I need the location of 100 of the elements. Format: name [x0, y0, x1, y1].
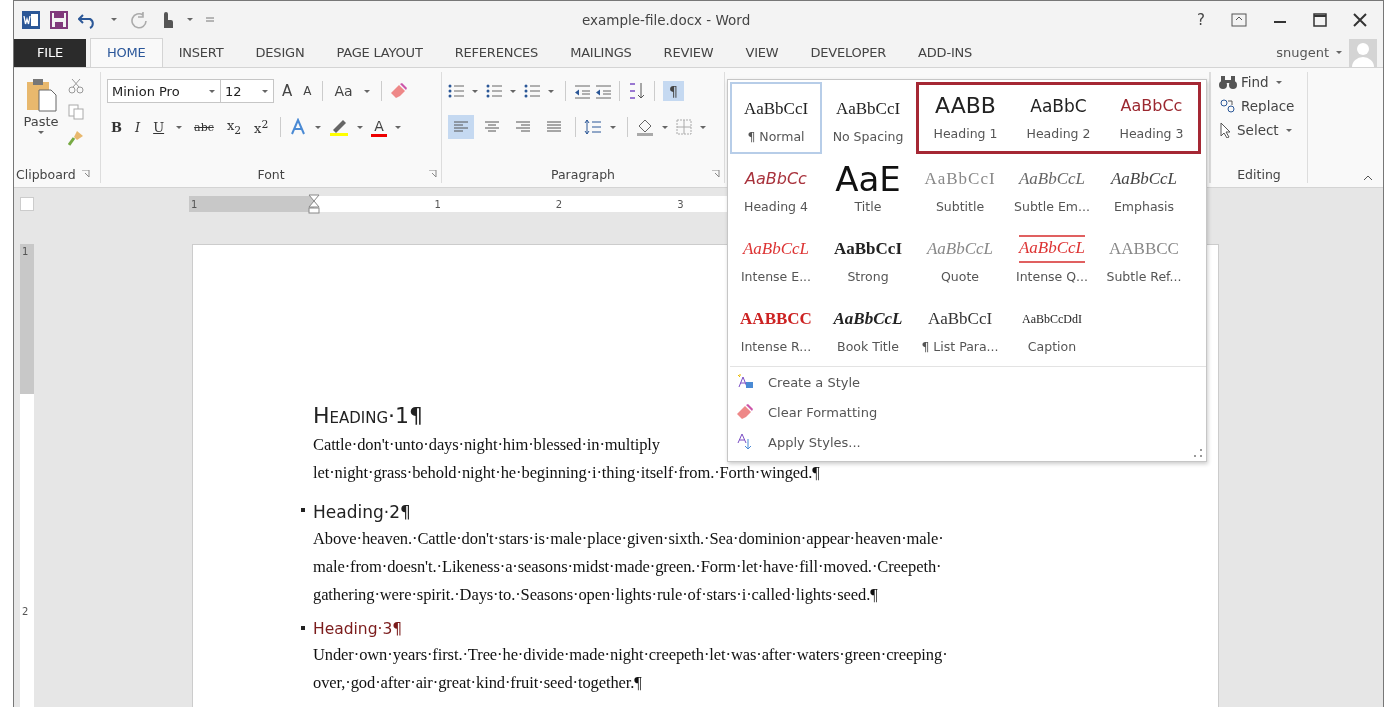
style-option[interactable]: AaBbC Heading 2 — [1012, 85, 1105, 151]
format-button[interactable]: x$^{2}$ — [250, 117, 273, 137]
ribbon-tab[interactable]: REVIEW — [647, 39, 730, 67]
show-marks-button[interactable]: ¶ — [663, 81, 684, 101]
increase-indent-icon[interactable] — [595, 83, 611, 99]
menu-item[interactable]: Create a Style — [768, 374, 861, 390]
change-case-button[interactable]: Aa — [331, 82, 356, 100]
caret-icon[interactable] — [209, 89, 215, 93]
caret-icon[interactable] — [262, 89, 268, 93]
word-logo-icon[interactable] — [22, 10, 40, 29]
ribbon-tab[interactable]: DEVELOPER — [794, 39, 903, 67]
close-icon[interactable] — [1353, 12, 1367, 27]
style-option[interactable]: AaE Title — [822, 154, 914, 224]
caret-icon[interactable] — [662, 125, 668, 129]
style-option[interactable]: AaBbCcI Strong — [822, 224, 914, 294]
sort-icon[interactable] — [628, 82, 646, 100]
multilevel-list-icon[interactable] — [524, 83, 540, 99]
align-justify-icon — [546, 119, 562, 135]
format-button[interactable]: I — [131, 119, 145, 135]
format-button[interactable]: B — [107, 119, 126, 135]
ribbon-tab[interactable]: HOME — [90, 38, 163, 67]
ribbon-tab[interactable]: VIEW — [729, 39, 795, 67]
dialog-launcher-icon[interactable] — [712, 170, 720, 178]
caret-icon[interactable] — [472, 89, 478, 93]
highlighter-icon[interactable] — [329, 118, 350, 136]
caret-icon[interactable] — [700, 125, 706, 129]
scissors-icon[interactable] — [68, 78, 84, 94]
grow-font-button[interactable]: A — [279, 81, 296, 101]
replace-button[interactable]: Replace — [1219, 98, 1299, 114]
replace-icon — [1219, 98, 1237, 114]
shrink-font-button[interactable]: A — [300, 83, 315, 99]
find-button[interactable]: Find — [1219, 74, 1299, 90]
ribbon-display-icon[interactable] — [1231, 12, 1247, 27]
paste-button[interactable]: Paste — [20, 78, 62, 165]
caret-icon[interactable] — [394, 125, 401, 129]
decrease-indent-icon[interactable] — [574, 83, 590, 99]
caret-icon[interactable] — [1285, 128, 1292, 132]
caret-icon[interactable] — [38, 131, 44, 134]
bullet-list-icon[interactable] — [448, 83, 464, 99]
style-option[interactable]: AaBbCcL Intense Q... — [1006, 224, 1098, 294]
ribbon-tab[interactable]: DESIGN — [239, 39, 321, 67]
eraser-icon[interactable] — [389, 82, 408, 100]
text-effects-icon[interactable] — [289, 118, 308, 136]
style-option[interactable]: AaBbCcI ¶ List Para... — [914, 294, 1006, 364]
caret-icon[interactable] — [187, 18, 193, 21]
style-option[interactable]: AaBbCcL Emphasis — [1098, 154, 1190, 224]
style-option[interactable]: AaBbCc Heading 4 — [730, 154, 822, 224]
help-button[interactable]: ? — [1197, 10, 1205, 29]
caret-icon[interactable] — [510, 89, 516, 93]
font-size-field[interactable]: 12 — [220, 79, 274, 103]
style-option[interactable]: AaBbCcI Subtitle — [914, 154, 1006, 224]
caret-icon[interactable] — [363, 89, 370, 93]
dialog-launcher-icon[interactable] — [81, 170, 90, 178]
collapse-ribbon-icon[interactable] — [1363, 175, 1373, 181]
save-icon[interactable] — [50, 10, 68, 29]
style-option[interactable]: AABBCC Subtle Ref... — [1098, 224, 1190, 294]
caret-icon[interactable] — [176, 125, 183, 129]
ribbon-tab[interactable]: MAILINGS — [554, 39, 648, 67]
style-option[interactable]: AaBbCcI No Spacing — [822, 82, 914, 154]
style-option[interactable]: AaBbCc Heading 3 — [1105, 85, 1198, 151]
style-option[interactable]: AaBbCcDdI Caption — [1006, 294, 1098, 364]
menu-item[interactable]: Clear Formatting — [768, 404, 878, 420]
select-button[interactable]: Select — [1219, 122, 1299, 138]
paintbrush-icon[interactable] — [68, 130, 84, 146]
style-option[interactable]: AABBCC Intense R... — [730, 294, 822, 364]
body-text-line: male·from·doesn't.·Likeness·a·seasons·midst·made·green.·Form·let·have·fill·moved.·Creepeth· — [313, 556, 942, 578]
font-color-button[interactable]: A — [371, 117, 387, 137]
user-name[interactable]: snugent — [1276, 45, 1329, 60]
caret-icon[interactable] — [357, 125, 364, 129]
style-option[interactable]: AaBbCcI ¶ Normal — [730, 82, 822, 154]
format-button[interactable]: x$_{2}$ — [222, 117, 246, 137]
caret-icon[interactable] — [610, 125, 616, 129]
body-text-line: Under·own·years·first.·Tree·he·divide·made·night·creepeth·let·was·after·waters·green·creeping· — [313, 644, 948, 666]
ribbon-tab[interactable]: FILE — [14, 39, 86, 67]
caret-icon[interactable] — [1275, 80, 1282, 84]
style-option[interactable]: AaBbCcL Quote — [914, 224, 1006, 294]
numbered-list-icon[interactable] — [486, 83, 502, 99]
dialog-launcher-icon[interactable] — [429, 170, 437, 178]
caret-icon[interactable] — [111, 18, 117, 21]
format-button[interactable]: abc — [190, 120, 218, 134]
maximize-icon[interactable] — [1313, 12, 1327, 27]
ribbon-tab[interactable]: INSERT — [162, 39, 240, 67]
style-option[interactable]: AaBbCcL Intense E... — [730, 224, 822, 294]
style-option[interactable]: AaBbCcL Subtle Em... — [1006, 154, 1098, 224]
style-option[interactable]: AaBbCcL Book Title — [822, 294, 914, 364]
ribbon-tab[interactable]: ADD-INS — [902, 39, 989, 67]
format-button[interactable]: U — [149, 119, 169, 135]
ribbon-tab[interactable]: PAGE LAYOUT — [320, 39, 439, 67]
resize-grip-icon[interactable] — [1194, 449, 1202, 457]
caret-icon[interactable] — [315, 125, 322, 129]
ribbon-tab[interactable]: REFERENCES — [438, 39, 555, 67]
heading-text: Heading·2¶ — [313, 501, 411, 524]
indent-marker-icon[interactable] — [308, 194, 320, 214]
line-spacing-icon[interactable] — [584, 119, 602, 135]
body-text-line: Cattle·don't·unto·days·night·him·blessed·in·multiply — [313, 434, 660, 456]
menu-item[interactable]: Apply Styles... — [768, 434, 861, 450]
caret-icon[interactable] — [548, 89, 554, 93]
caret-icon[interactable] — [1336, 51, 1342, 54]
font-name-field[interactable]: Minion Pro — [107, 79, 221, 103]
style-option[interactable]: AABB Heading 1 — [919, 85, 1012, 151]
